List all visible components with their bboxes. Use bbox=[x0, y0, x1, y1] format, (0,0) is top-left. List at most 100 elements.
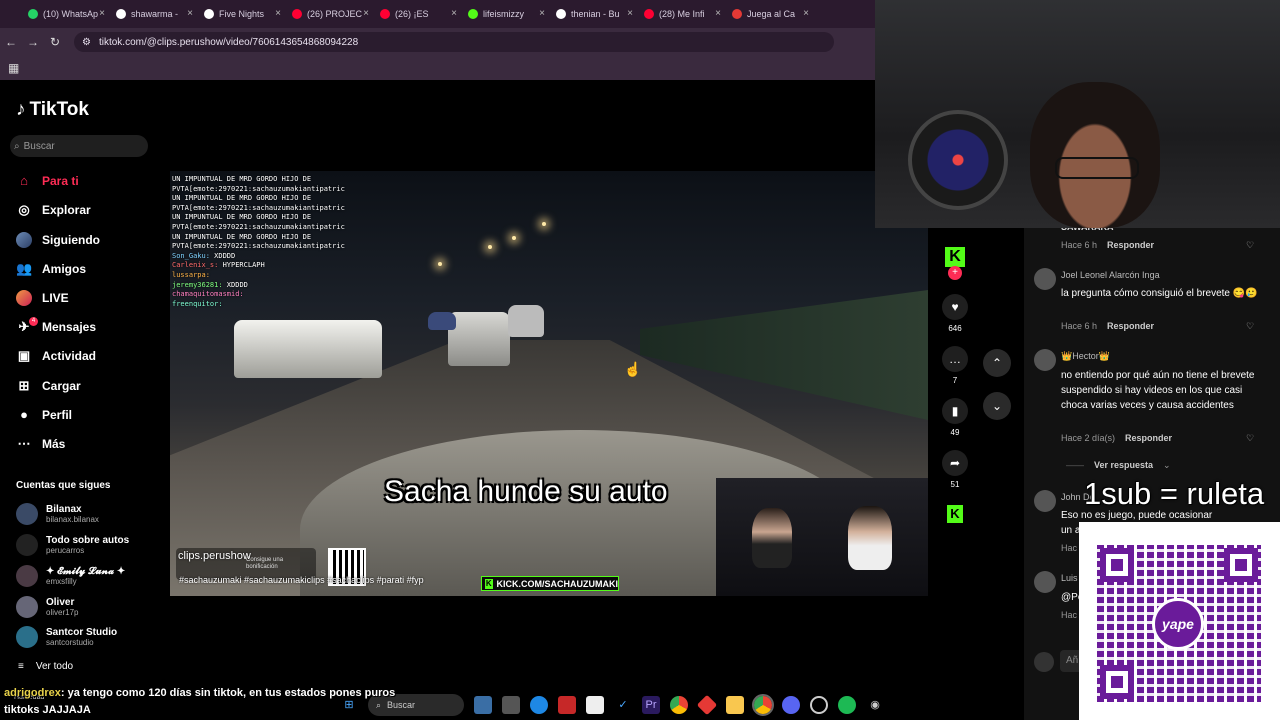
following-item[interactable]: Oliver oliver17p bbox=[16, 596, 78, 618]
chrome-icon[interactable] bbox=[752, 694, 774, 716]
nav-para-ti[interactable]: ⌂ Para ti bbox=[16, 170, 79, 192]
nav-amigos[interactable]: 👥 Amigos bbox=[16, 258, 86, 280]
store-icon[interactable] bbox=[586, 696, 604, 714]
facecam-person bbox=[848, 506, 892, 570]
search-input[interactable]: ⌕ Buscar bbox=[10, 135, 148, 157]
reply-link[interactable]: Responder bbox=[1107, 240, 1154, 250]
browser-tab[interactable]: (26) PROJEC × bbox=[286, 3, 372, 25]
discord-icon[interactable] bbox=[782, 696, 800, 714]
nav-explorar[interactable]: ◎ Explorar bbox=[16, 199, 90, 221]
apps-grid-icon[interactable]: ▦ bbox=[8, 61, 19, 75]
nav-mas[interactable]: ⋯ Más bbox=[16, 433, 66, 455]
avatar[interactable] bbox=[1034, 571, 1056, 593]
prev-video-button[interactable]: ⌃ bbox=[983, 349, 1011, 377]
creator-avatar[interactable]: K bbox=[945, 247, 965, 267]
edge-icon[interactable] bbox=[530, 696, 548, 714]
view-replies-button[interactable]: —— Ver respuesta ⌄ bbox=[1066, 460, 1171, 471]
following-item[interactable]: Todo sobre autos perucarros bbox=[16, 534, 129, 556]
browser-tab[interactable]: shawarma - × bbox=[110, 3, 196, 25]
tiktok-logo[interactable]: ♪ TikTok bbox=[16, 99, 89, 121]
premiere-icon[interactable]: Pr bbox=[642, 696, 660, 714]
tab-favicon-icon bbox=[732, 9, 742, 19]
heart-icon[interactable]: ♡ bbox=[1246, 433, 1254, 444]
comment-meta: Hace 2 día(s) Responder bbox=[1061, 433, 1173, 443]
browser-tab[interactable]: (26) ¡ES × bbox=[374, 3, 460, 25]
close-tab-icon[interactable]: × bbox=[627, 8, 633, 19]
heart-icon[interactable]: ♡ bbox=[1246, 240, 1254, 251]
reply-link[interactable]: Responder bbox=[1107, 321, 1154, 331]
comment-button[interactable]: … 7 bbox=[942, 346, 968, 385]
share-button[interactable]: ➦ 51 bbox=[942, 450, 968, 489]
avatar bbox=[16, 565, 38, 587]
nav-live[interactable]: LIVE bbox=[16, 287, 69, 309]
list-icon: ≡ bbox=[18, 661, 24, 672]
video-light bbox=[542, 222, 546, 226]
back-icon[interactable]: ← bbox=[0, 35, 22, 49]
browser-tab[interactable]: thenian - Bu × bbox=[550, 3, 636, 25]
following-item[interactable]: Bilanax bilanax.bilanax bbox=[16, 503, 99, 525]
chrome-icon[interactable] bbox=[670, 696, 688, 714]
browser-tab[interactable]: Juega al Ca × bbox=[726, 3, 812, 25]
browser-tab[interactable]: Five Nights × bbox=[198, 3, 284, 25]
url-field[interactable]: ⚙ tiktok.com/@clips.perushow/video/76061… bbox=[74, 32, 834, 52]
avatar[interactable] bbox=[1034, 490, 1056, 512]
save-button[interactable]: ▮ 49 bbox=[942, 398, 968, 437]
avatar[interactable] bbox=[1034, 349, 1056, 371]
search-icon: ⌕ bbox=[14, 140, 20, 152]
avatar[interactable] bbox=[1034, 268, 1056, 290]
address-bar: ← → ↻ ⚙ tiktok.com/@clips.perushow/video… bbox=[0, 28, 875, 56]
video-hashtags: #sachauzumaki #sachauzumakiclips #sachac… bbox=[179, 575, 424, 585]
taskview-icon[interactable] bbox=[502, 696, 520, 714]
heart-icon[interactable]: ♡ bbox=[1246, 321, 1254, 332]
steam-icon[interactable]: ◉ bbox=[866, 696, 884, 714]
reply-link[interactable]: Responder bbox=[1125, 433, 1172, 443]
tab-favicon-icon bbox=[116, 9, 126, 19]
close-tab-icon[interactable]: × bbox=[187, 8, 193, 19]
see-all-link[interactable]: ≡ Ver todo bbox=[18, 661, 73, 672]
sound-avatar[interactable]: K bbox=[947, 505, 963, 523]
windows-taskbar: ⊞ ⌕ Buscar ✓ Pr ◉ bbox=[340, 690, 940, 720]
close-tab-icon[interactable]: × bbox=[803, 8, 809, 19]
next-video-button[interactable]: ⌄ bbox=[983, 392, 1011, 420]
qr-finder bbox=[1224, 548, 1258, 582]
spotify-icon[interactable] bbox=[838, 696, 856, 714]
yape-logo: yape bbox=[1152, 598, 1204, 650]
nav-mensajes[interactable]: ✈ Mensajes bbox=[16, 316, 96, 338]
nav-siguiendo[interactable]: Siguiendo bbox=[16, 229, 100, 251]
folder-icon[interactable] bbox=[726, 696, 744, 714]
app-icon[interactable] bbox=[696, 694, 718, 716]
like-button[interactable]: ♥ 646 bbox=[942, 294, 968, 333]
close-tab-icon[interactable]: × bbox=[275, 8, 281, 19]
nav-actividad[interactable]: ▣ Actividad bbox=[16, 345, 96, 367]
nav-perfil[interactable]: ● Perfil bbox=[16, 404, 72, 426]
browser-tab[interactable]: (10) WhatsAp × bbox=[22, 3, 108, 25]
follow-plus-icon[interactable]: + bbox=[948, 266, 962, 280]
nav-cargar[interactable]: ⊞ Cargar bbox=[16, 375, 81, 397]
tiktok-note-icon: ♪ bbox=[16, 99, 26, 120]
close-tab-icon[interactable]: × bbox=[363, 8, 369, 19]
todo-icon[interactable]: ✓ bbox=[614, 696, 632, 714]
bonus-text: Consigue una bonificación bbox=[246, 557, 284, 570]
reload-icon[interactable]: ↻ bbox=[44, 35, 66, 49]
tab-favicon-icon bbox=[292, 9, 302, 19]
video-light bbox=[512, 236, 516, 240]
widgets-icon[interactable] bbox=[474, 696, 492, 714]
tab-label: Juega al Ca bbox=[747, 9, 796, 19]
browser-tab[interactable]: lifeismizzy × bbox=[462, 3, 548, 25]
app-icon[interactable] bbox=[558, 696, 576, 714]
tab-favicon-icon bbox=[28, 9, 38, 19]
following-item[interactable]: Santcor Studio santcorstudio bbox=[16, 626, 117, 648]
video-car-white bbox=[234, 320, 382, 378]
video-caption: Sacha hunde su auto bbox=[384, 475, 668, 508]
close-tab-icon[interactable]: × bbox=[451, 8, 457, 19]
app-icon[interactable] bbox=[810, 696, 828, 714]
forward-icon[interactable]: → bbox=[22, 35, 44, 49]
following-item[interactable]: ✦ 𝓔𝓶𝓲𝓵𝔂 𝓛𝓾𝓷𝓪 ✦ emxsfilly bbox=[16, 565, 125, 587]
close-tab-icon[interactable]: × bbox=[715, 8, 721, 19]
site-info-icon[interactable]: ⚙ bbox=[82, 37, 91, 48]
compass-icon: ◎ bbox=[18, 202, 30, 217]
avatar bbox=[16, 626, 38, 648]
close-tab-icon[interactable]: × bbox=[99, 8, 105, 19]
close-tab-icon[interactable]: × bbox=[539, 8, 545, 19]
browser-tab[interactable]: (28) Me Infi × bbox=[638, 3, 724, 25]
